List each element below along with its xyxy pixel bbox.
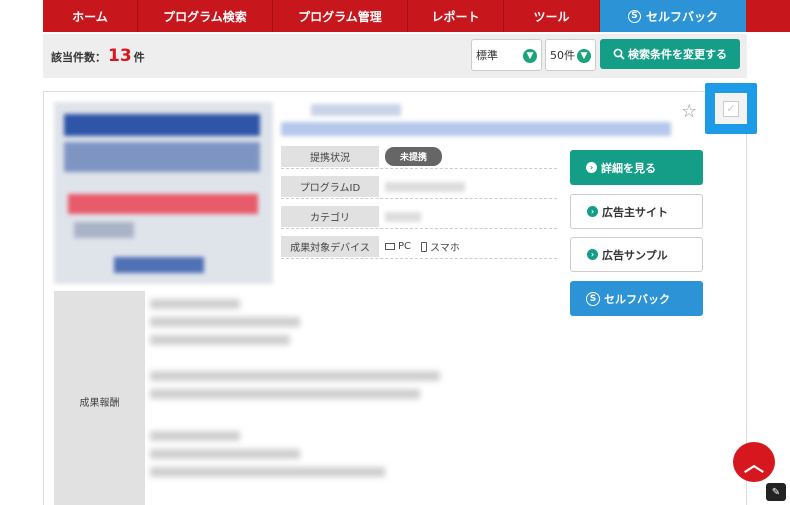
chevron-right-icon: › (587, 206, 598, 217)
blurred-text (385, 181, 465, 192)
blurred-text (150, 389, 420, 399)
widget-toggle-icon[interactable]: ✎ (766, 483, 786, 501)
info-row-status: 提携状況 未提携 (281, 145, 557, 169)
nav-program-manage-label: プログラム管理 (298, 9, 382, 24)
nav-selfback-label: セルフバック (645, 9, 718, 24)
blurred-text (150, 449, 300, 459)
compare-checkbox-area: ✓ (715, 93, 747, 124)
ad-sample-button[interactable]: › 広告サンプル (570, 237, 703, 272)
advertiser-site-button[interactable]: › 広告主サイト (570, 194, 703, 229)
result-count-prefix: 該当件数： (51, 51, 106, 64)
blurred-text (311, 104, 401, 116)
blurred-text (150, 431, 240, 441)
chevron-down-icon: ▼ (577, 49, 591, 63)
search-icon (613, 48, 625, 60)
info-label: 成果対象デバイス (281, 236, 379, 257)
blurred-text (150, 335, 290, 345)
program-thumbnail[interactable] (54, 102, 273, 284)
result-count-number: 13 (108, 46, 132, 66)
search-toolbar: 該当件数： 13 件 標準 ▼ 50件 ▼ 検索条件を変更する (43, 34, 747, 78)
main-nav: ホーム プログラム検索 プログラム管理 レポート ツール S セルフバック (43, 0, 790, 32)
selfback-button-label: セルフバック (604, 292, 670, 306)
info-value (385, 181, 465, 192)
scroll-to-top-button[interactable]: ︿ (733, 442, 775, 482)
sort-select[interactable]: 標準 ▼ (471, 39, 542, 71)
nav-tool-label: ツール (533, 9, 570, 24)
blurred-text (150, 467, 385, 477)
chevron-right-icon: › (587, 249, 598, 260)
status-badge: 未提携 (385, 147, 443, 166)
selfback-icon: S (586, 291, 600, 306)
chevron-up-icon: ︿ (744, 451, 764, 476)
result-count-suffix: 件 (133, 51, 145, 64)
thumbnail-block (64, 114, 260, 136)
program-card: ☆ 提携状況 未提携 プログラムID カテゴリ 成果対象デバイス PC スマホ … (43, 91, 747, 505)
info-row-category: カテゴリ (281, 205, 557, 229)
per-page-select[interactable]: 50件 ▼ (545, 39, 596, 71)
selfback-button[interactable]: S セルフバック (570, 281, 703, 316)
page: ホーム プログラム検索 プログラム管理 レポート ツール S セルフバック 該当件… (0, 0, 790, 505)
pc-icon (385, 243, 395, 250)
detail-button-label: 詳細を見る (601, 161, 656, 175)
advertiser-site-label: 広告主サイト (602, 205, 668, 219)
compare-checkbox-highlight: ✓ (705, 83, 757, 134)
blurred-text (150, 299, 240, 309)
compare-checkbox[interactable]: ✓ (723, 100, 739, 117)
blurred-text (281, 122, 671, 136)
nav-selfback[interactable]: S セルフバック (600, 0, 746, 32)
thumbnail-block (68, 194, 258, 214)
info-label: プログラムID (281, 176, 379, 197)
change-search-button[interactable]: 検索条件を変更する (600, 39, 740, 69)
nav-report-label: レポート (431, 9, 480, 24)
thumbnail-block (74, 222, 134, 238)
favorite-star-icon[interactable]: ☆ (681, 102, 701, 122)
selfback-icon: S (627, 9, 641, 23)
nav-program-manage[interactable]: プログラム管理 (273, 0, 408, 32)
nav-tool[interactable]: ツール (504, 0, 600, 32)
thumbnail-block (64, 142, 260, 172)
blurred-text (385, 211, 421, 222)
nav-program-search[interactable]: プログラム検索 (138, 0, 273, 32)
nav-program-search-label: プログラム検索 (163, 9, 247, 24)
info-value: PC スマホ (385, 239, 460, 254)
device-pc-label: PC (398, 241, 412, 252)
nav-report[interactable]: レポート (408, 0, 504, 32)
nav-home[interactable]: ホーム (43, 0, 138, 32)
info-label: カテゴリ (281, 206, 379, 227)
detail-button[interactable]: › 詳細を見る (570, 150, 703, 185)
program-title[interactable] (281, 102, 671, 142)
chevron-right-icon: › (586, 162, 597, 173)
ad-sample-label: 広告サンプル (602, 248, 668, 262)
device-sp-label: スマホ (430, 243, 460, 254)
reward-label: 成果報酬 (54, 291, 145, 505)
blurred-text (150, 371, 440, 381)
result-count: 該当件数： 13 件 (51, 46, 145, 66)
info-label: 提携状況 (281, 146, 379, 167)
blurred-text (150, 317, 300, 327)
sort-select-value: 標準 (476, 49, 498, 62)
chevron-down-icon: ▼ (523, 49, 537, 63)
smartphone-icon (421, 241, 428, 252)
info-value: 未提携 (385, 147, 443, 166)
nav-home-label: ホーム (72, 9, 108, 24)
info-row-program-id: プログラムID (281, 175, 557, 199)
reward-details (148, 291, 568, 505)
info-value (385, 211, 421, 222)
info-row-device: 成果対象デバイス PC スマホ (281, 235, 557, 259)
per-page-select-value: 50件 (550, 49, 575, 62)
thumbnail-block (114, 257, 204, 273)
change-search-label: 検索条件を変更する (628, 48, 727, 61)
